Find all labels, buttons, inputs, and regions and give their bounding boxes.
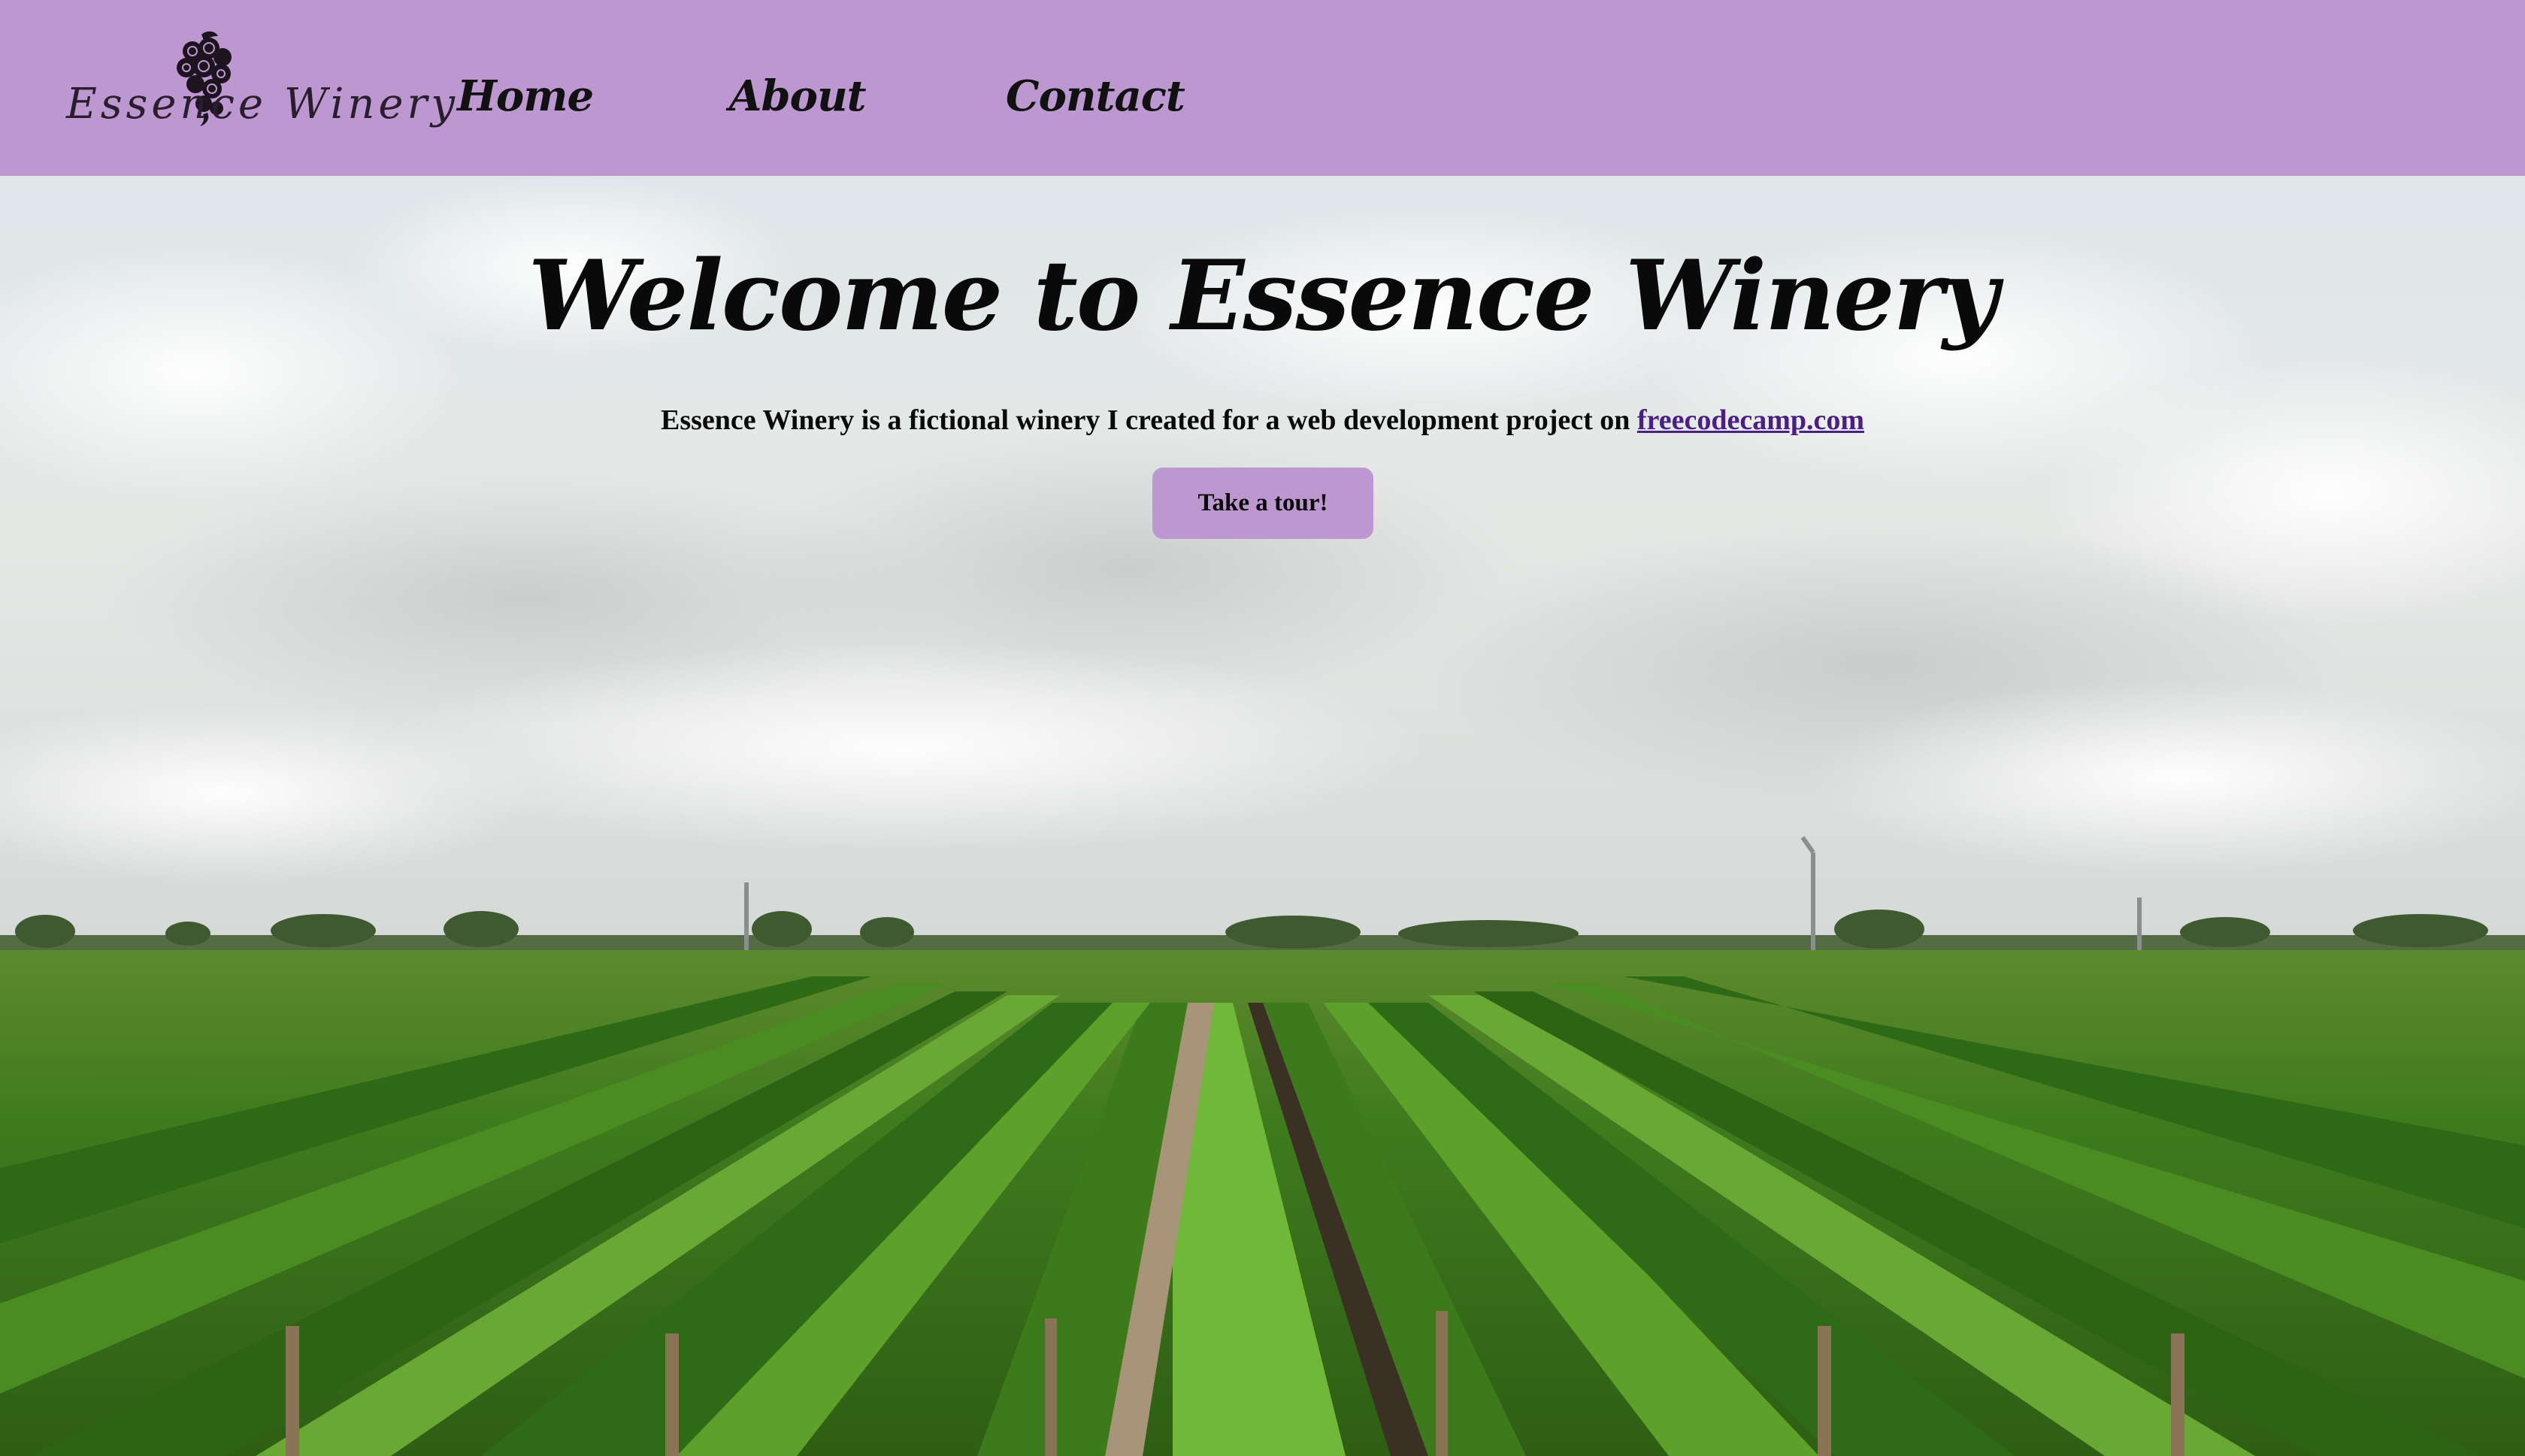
freecodecamp-link[interactable]: freecodecamp.com [1637, 404, 1864, 436]
top-navigation-bar: Essence Winery Home About Contact [0, 0, 2525, 176]
page: Essence Winery Home About Contact Welcom… [0, 0, 2525, 1456]
take-a-tour-button[interactable]: Take a tour! [1152, 468, 1373, 539]
vineyard-background-image [0, 176, 2525, 1456]
nav-link-home[interactable]: Home [457, 66, 594, 126]
hero-title: Welcome to Essence Winery [528, 240, 1999, 353]
hero-description-text: Essence Winery is a fictional winery I c… [661, 404, 1637, 436]
hero-description: Essence Winery is a fictional winery I c… [0, 401, 2525, 439]
logo[interactable]: Essence Winery [66, 30, 455, 143]
logo-text: Essence Winery [66, 80, 459, 129]
hero-section: Welcome to Essence Winery Essence Winery… [0, 176, 2525, 1456]
nav-link-contact[interactable]: Contact [1006, 66, 1185, 126]
nav-link-about[interactable]: About [729, 66, 867, 126]
